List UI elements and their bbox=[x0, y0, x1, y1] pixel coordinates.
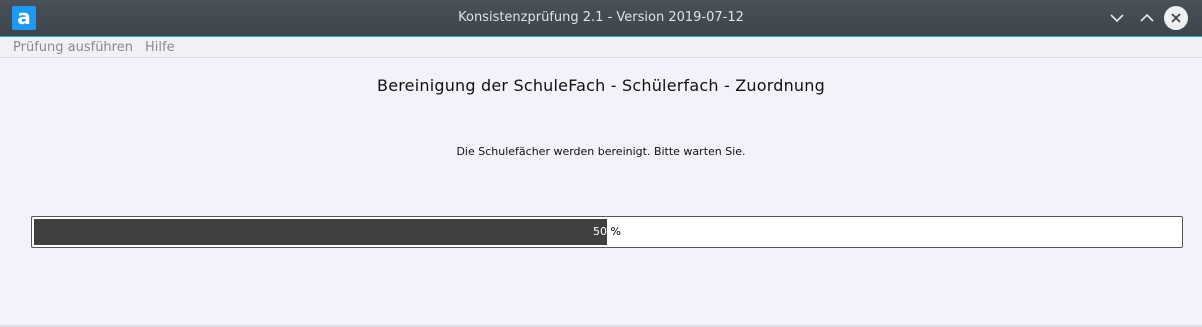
chevron-up-icon bbox=[1140, 13, 1154, 22]
window-title: Konsistenzprüfung 2.1 - Version 2019-07-… bbox=[458, 10, 744, 25]
chevron-down-icon bbox=[1110, 14, 1124, 23]
progress-track: 50 % bbox=[34, 219, 1180, 245]
progress-value: 50 bbox=[593, 225, 608, 238]
menu-item-pruefung-ausfuehren[interactable]: Prüfung ausführen bbox=[13, 37, 133, 58]
menu-item-hilfe[interactable]: Hilfe bbox=[145, 37, 175, 58]
progress-bar: 50 % bbox=[31, 216, 1183, 248]
progress-unit: % bbox=[607, 225, 621, 238]
menu-bar: Prüfung ausführen Hilfe bbox=[0, 37, 1202, 58]
close-icon bbox=[1171, 13, 1181, 23]
close-button[interactable] bbox=[1164, 6, 1188, 30]
app-window: a Konsistenzprüfung 2.1 - Version 2019-0… bbox=[0, 0, 1202, 327]
minimize-button[interactable] bbox=[1105, 6, 1129, 30]
status-message: Die Schulefächer werden bereinigt. Bitte… bbox=[456, 145, 746, 158]
title-bar[interactable]: a Konsistenzprüfung 2.1 - Version 2019-0… bbox=[0, 0, 1202, 36]
maximize-button[interactable] bbox=[1135, 6, 1159, 30]
progress-label: 50 % bbox=[34, 219, 1180, 245]
page-title: Bereinigung der SchuleFach - Schülerfach… bbox=[377, 76, 825, 95]
